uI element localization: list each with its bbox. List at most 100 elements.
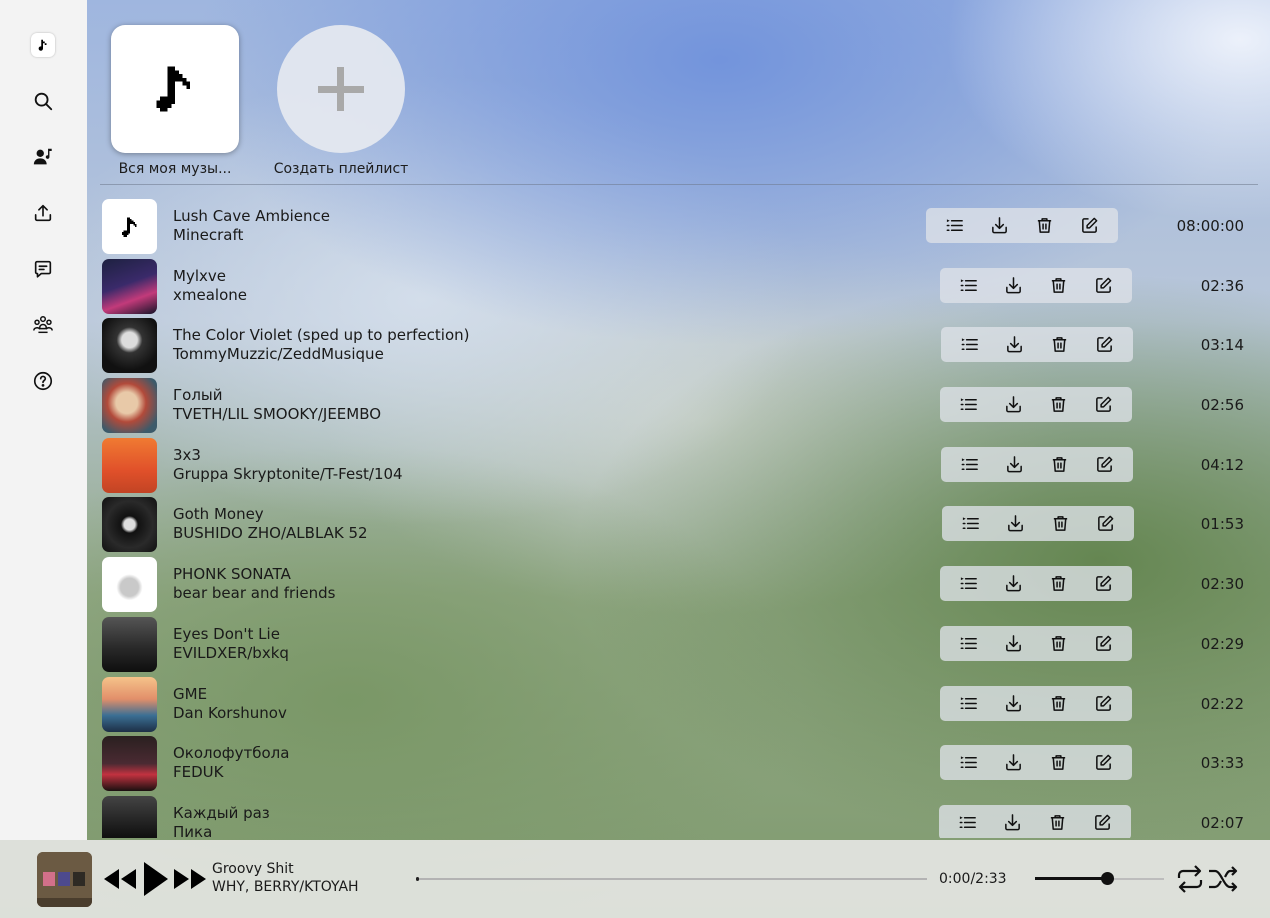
- edit-icon: [1097, 336, 1113, 353]
- delete-button[interactable]: [1044, 808, 1072, 836]
- track-cover: [102, 795, 157, 838]
- track-duration: 02:29: [1200, 634, 1244, 653]
- repeat-button[interactable]: [1174, 863, 1206, 895]
- sidebar-item-help[interactable]: [29, 367, 57, 395]
- volume-slider[interactable]: [1035, 872, 1164, 885]
- add-to-queue-button[interactable]: [955, 391, 983, 419]
- download-icon: [1005, 814, 1020, 831]
- edit-button[interactable]: [1089, 808, 1117, 836]
- download-button[interactable]: [986, 212, 1014, 240]
- download-button[interactable]: [1001, 331, 1029, 359]
- sidebar-item-community[interactable]: [29, 311, 57, 339]
- track-row[interactable]: GME Dan Korshunov 02:22: [102, 676, 1258, 736]
- download-button[interactable]: [1000, 271, 1028, 299]
- download-button[interactable]: [1001, 450, 1029, 478]
- track-artist: BUSHIDO ZHO/ALBLAK 52: [173, 524, 368, 543]
- progress-bar[interactable]: [416, 877, 927, 881]
- download-button[interactable]: [1000, 689, 1028, 717]
- track-duration: 08:00:00: [1176, 217, 1244, 235]
- track-row[interactable]: Goth Money BUSHIDO ZHO/ALBLAK 52 01:53: [102, 496, 1258, 556]
- next-button[interactable]: [172, 862, 208, 896]
- edit-button[interactable]: [1090, 570, 1118, 598]
- delete-button[interactable]: [1045, 391, 1073, 419]
- search-icon: [34, 92, 53, 111]
- edit-button[interactable]: [1090, 629, 1118, 657]
- edit-icon: [1096, 635, 1112, 651]
- edit-button[interactable]: [1090, 391, 1118, 419]
- trash-icon: [1051, 397, 1066, 412]
- sidebar-item-upload[interactable]: [29, 199, 57, 227]
- download-button[interactable]: [999, 808, 1027, 836]
- track-actions: [941, 446, 1133, 482]
- edit-button[interactable]: [1090, 271, 1118, 299]
- edit-button[interactable]: [1090, 749, 1118, 777]
- track-duration: 04:12: [1200, 455, 1244, 474]
- delete-button[interactable]: [1045, 749, 1073, 777]
- delete-button[interactable]: [1046, 450, 1074, 478]
- delete-button[interactable]: [1045, 570, 1073, 598]
- playlist-all-music[interactable]: Вся моя музы...: [95, 22, 255, 177]
- edit-button[interactable]: [1076, 212, 1104, 240]
- download-button[interactable]: [1000, 629, 1028, 657]
- message-icon: [34, 260, 52, 278]
- trash-icon: [1053, 516, 1068, 532]
- trash-icon: [1051, 576, 1066, 592]
- track-row[interactable]: Каждый раз Пика 02:07: [102, 795, 1258, 838]
- delete-button[interactable]: [1047, 510, 1075, 538]
- add-to-queue-button[interactable]: [955, 749, 983, 777]
- play-button[interactable]: [140, 860, 170, 898]
- shuffle-icon: [1209, 866, 1238, 892]
- add-to-queue-button[interactable]: [954, 808, 982, 836]
- sidebar-logo[interactable]: [29, 31, 57, 59]
- download-button[interactable]: [1002, 510, 1030, 538]
- track-actions: [942, 506, 1134, 542]
- download-icon: [1006, 396, 1021, 413]
- sidebar-item-search[interactable]: [29, 87, 57, 115]
- delete-button[interactable]: [1045, 271, 1073, 299]
- track-row[interactable]: The Color Violet (sped up to perfection)…: [102, 317, 1258, 377]
- add-to-queue-button[interactable]: [955, 271, 983, 299]
- delete-button[interactable]: [1045, 689, 1073, 717]
- edit-icon: [1096, 396, 1112, 412]
- track-duration: 02:07: [1200, 813, 1244, 832]
- track-row[interactable]: Mylxve xmealone 02:36: [102, 258, 1258, 318]
- add-to-queue-button[interactable]: [941, 212, 969, 240]
- edit-button[interactable]: [1091, 331, 1119, 359]
- add-to-queue-button[interactable]: [956, 331, 984, 359]
- add-to-queue-button[interactable]: [956, 450, 984, 478]
- trash-icon: [1052, 456, 1067, 472]
- volume-knob[interactable]: [1101, 872, 1115, 885]
- queue-icon: [946, 219, 963, 232]
- track-row[interactable]: Lush Cave Ambience Minecraft 08:00:00: [102, 198, 1258, 258]
- sidebar-item-messages[interactable]: [29, 255, 57, 283]
- add-to-queue-button[interactable]: [955, 629, 983, 657]
- delete-button[interactable]: [1046, 331, 1074, 359]
- track-list: Lush Cave Ambience Minecraft 08:00:00 Mylxv…: [102, 198, 1258, 838]
- download-button[interactable]: [1000, 749, 1028, 777]
- track-row[interactable]: Голый TVETH/LIL SMOOKY/JEEMBO 02:56: [102, 377, 1258, 437]
- now-playing-cover: [37, 852, 92, 907]
- track-row[interactable]: 3x3 Gruppa Skryptonite/T-Fest/104 04:12: [102, 437, 1258, 497]
- track-row[interactable]: Околофутбола FEDUK 03:33: [102, 735, 1258, 795]
- create-playlist-button[interactable]: Создать плейлист: [261, 22, 421, 177]
- delete-button[interactable]: [1045, 629, 1073, 657]
- queue-icon: [960, 398, 977, 411]
- track-row[interactable]: Eyes Don't Lie EVILDXER/bxkq 02:29: [102, 616, 1258, 676]
- track-title: PHONK SONATA: [173, 565, 291, 584]
- edit-button[interactable]: [1090, 689, 1118, 717]
- edit-button[interactable]: [1091, 450, 1119, 478]
- download-icon: [1006, 575, 1021, 592]
- add-to-queue-button[interactable]: [957, 510, 985, 538]
- sidebar-item-my-music[interactable]: [29, 143, 57, 171]
- shuffle-button[interactable]: [1207, 863, 1239, 895]
- track-cover: [102, 497, 157, 553]
- add-to-queue-button[interactable]: [955, 689, 983, 717]
- previous-button[interactable]: [102, 862, 138, 896]
- track-row[interactable]: PHONK SONATA bear bear and friends 02:30: [102, 556, 1258, 616]
- delete-button[interactable]: [1031, 212, 1059, 240]
- edit-button[interactable]: [1092, 510, 1120, 538]
- download-button[interactable]: [1000, 570, 1028, 598]
- queue-icon: [960, 279, 977, 291]
- add-to-queue-button[interactable]: [955, 570, 983, 598]
- download-button[interactable]: [1000, 391, 1028, 419]
